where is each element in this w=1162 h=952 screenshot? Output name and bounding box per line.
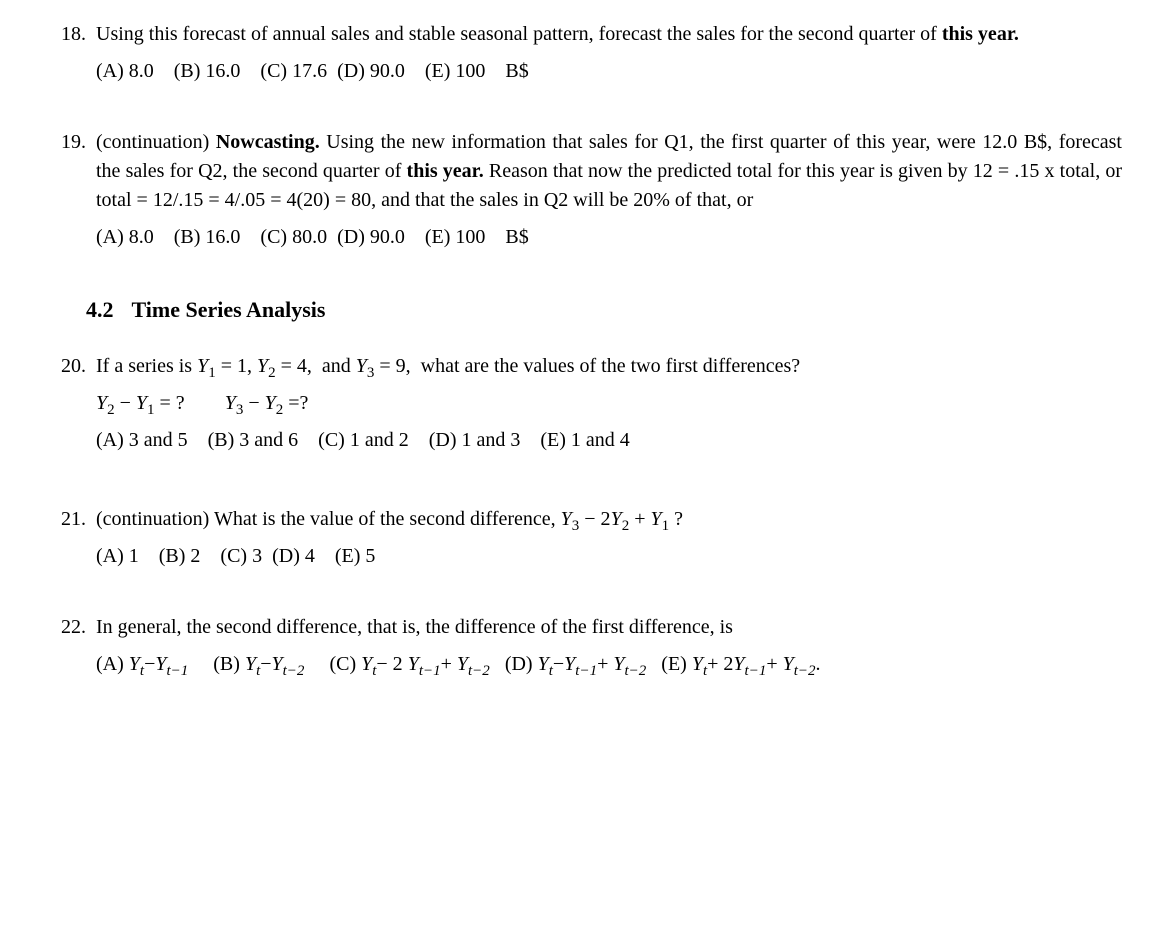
var-y: Y — [457, 653, 468, 675]
question-number: 22. — [40, 613, 96, 687]
question-number: 19. — [40, 128, 96, 260]
var-y: Y — [129, 653, 140, 675]
question-21: 21. (continuation) What is the value of … — [40, 505, 1122, 579]
var-y: Y — [197, 355, 208, 377]
section-number: 4.2 — [86, 297, 114, 322]
op: + — [766, 653, 782, 675]
equation-line: Y2 − Y1 = ? Y3 − Y2 =? — [96, 389, 1122, 418]
subscript: 1 — [147, 402, 155, 418]
var-y: Y — [692, 653, 703, 675]
t: ? — [669, 508, 683, 530]
subscript: t−1 — [575, 663, 597, 679]
var-y: Y — [613, 653, 624, 675]
subscript: t−1 — [419, 663, 441, 679]
choice-a: (A) Yt−Yt−1 — [96, 653, 188, 675]
answer-choices: (A) 8.0 (B) 16.0 (C) 17.6 (D) 90.0 (E) 1… — [96, 57, 1122, 86]
question-18: 18. Using this forecast of annual sales … — [40, 20, 1122, 94]
subscript: 2 — [268, 365, 276, 381]
question-text: (continuation) What is the value of the … — [96, 505, 1122, 534]
question-text: (continuation) Nowcasting. Using the new… — [96, 128, 1122, 215]
choice-b: (B) Yt−Yt−2 — [193, 653, 304, 675]
label: (B) — [193, 653, 245, 675]
op: − — [553, 653, 564, 675]
question-20: 20. If a series is Y1 = 1, Y2 = 4, and Y… — [40, 352, 1122, 463]
label: (D) — [495, 653, 538, 675]
question-22: 22. In general, the second difference, t… — [40, 613, 1122, 687]
choice-d: (D) Yt−Yt−1+ Yt−2 — [495, 653, 646, 675]
var-y: Y — [561, 508, 572, 530]
question-text: In general, the second difference, that … — [96, 613, 1122, 642]
q20-pre: If a series is — [96, 355, 197, 377]
var-y: Y — [96, 392, 107, 414]
var-y: Y — [245, 653, 256, 675]
q21-text: (continuation) What is the value of the … — [96, 508, 561, 530]
var-y: Y — [155, 653, 166, 675]
var-y: Y — [361, 653, 372, 675]
var-y: Y — [611, 508, 622, 530]
label: (A) — [96, 653, 129, 675]
t: = ? — [155, 392, 225, 414]
t: = 4, and — [276, 355, 356, 377]
var-y: Y — [257, 355, 268, 377]
subscript: t−1 — [745, 663, 767, 679]
var-y: Y — [272, 653, 283, 675]
var-y: Y — [783, 653, 794, 675]
label: (E) — [651, 653, 692, 675]
t: = 9, what are the values of the two firs… — [374, 355, 800, 377]
q19-text-bold1: Nowcasting. — [216, 131, 320, 153]
section-heading: 4.2 Time Series Analysis — [86, 294, 1122, 326]
op: + — [441, 653, 457, 675]
subscript: t−2 — [283, 663, 305, 679]
question-number: 21. — [40, 505, 96, 579]
var-y: Y — [650, 508, 661, 530]
answer-choices: (A) Yt−Yt−1 (B) Yt−Yt−2 (C) Yt− 2 Yt−1+ … — [96, 650, 1122, 679]
subscript: 1 — [662, 518, 670, 534]
subscript: 2 — [107, 402, 115, 418]
subscript: t−2 — [624, 663, 646, 679]
choice-e: (E) Yt+ 2Yt−1+ Yt−2. — [651, 653, 820, 675]
q19-text-bold2: this year. — [407, 160, 484, 182]
question-text: Using this forecast of annual sales and … — [96, 20, 1122, 49]
subscript: t−2 — [794, 663, 816, 679]
var-y: Y — [538, 653, 549, 675]
var-y: Y — [225, 392, 236, 414]
choice-c: (C) Yt− 2 Yt−1+ Yt−2 — [309, 653, 489, 675]
op: − — [144, 653, 155, 675]
var-y: Y — [356, 355, 367, 377]
var-y: Y — [136, 392, 147, 414]
answer-choices: (A) 3 and 5 (B) 3 and 6 (C) 1 and 2 (D) … — [96, 426, 1122, 455]
t: =? — [283, 392, 308, 414]
op: − 2 — [579, 508, 610, 530]
op: + 2 — [707, 653, 733, 675]
t: = 1, — [216, 355, 257, 377]
q18-text-bold: this year. — [942, 23, 1019, 45]
section-title: Time Series Analysis — [132, 297, 326, 322]
var-y: Y — [733, 653, 744, 675]
question-text: If a series is Y1 = 1, Y2 = 4, and Y3 = … — [96, 352, 1122, 381]
period: . — [816, 653, 821, 675]
var-y: Y — [564, 653, 575, 675]
op: + — [597, 653, 613, 675]
op: − 2 — [376, 653, 402, 675]
q19-text-a: (continuation) — [96, 131, 216, 153]
q18-text-a: Using this forecast of annual sales and … — [96, 23, 942, 45]
op: + — [629, 508, 650, 530]
subscript: t−1 — [166, 663, 188, 679]
var-y: Y — [265, 392, 276, 414]
question-19: 19. (continuation) Nowcasting. Using the… — [40, 128, 1122, 260]
op: − — [260, 653, 271, 675]
subscript: 1 — [208, 365, 216, 381]
question-number: 20. — [40, 352, 96, 463]
subscript: t−2 — [468, 663, 490, 679]
answer-choices: (A) 8.0 (B) 16.0 (C) 80.0 (D) 90.0 (E) 1… — [96, 223, 1122, 252]
label: (C) — [309, 653, 361, 675]
var-y: Y — [408, 653, 419, 675]
op: − — [243, 392, 264, 414]
op: − — [115, 392, 136, 414]
question-number: 18. — [40, 20, 96, 94]
answer-choices: (A) 1 (B) 2 (C) 3 (D) 4 (E) 5 — [96, 542, 1122, 571]
